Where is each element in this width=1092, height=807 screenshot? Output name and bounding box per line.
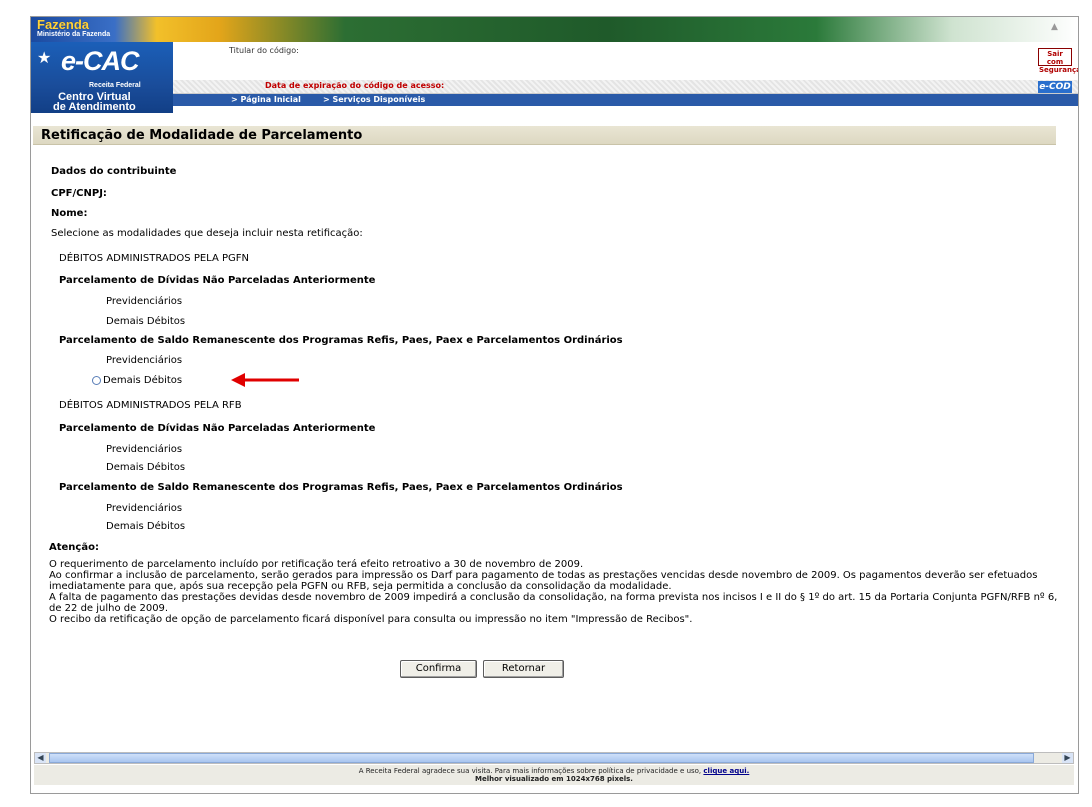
option-label[interactable]: Demais Débitos (106, 462, 185, 473)
back-button[interactable]: Retornar (483, 660, 564, 678)
exit-button[interactable]: Sair com Segurança (1038, 48, 1078, 74)
option-label[interactable]: Demais Débitos (103, 375, 182, 386)
option-label[interactable]: Previdenciários (106, 444, 182, 455)
attention-line: O requerimento de parcelamento incluído … (49, 559, 584, 570)
fazenda-logo: Fazenda Ministério da Fazenda (37, 17, 111, 39)
red-arrow-icon (231, 373, 299, 387)
banner-subtitle: Ministério da Fazenda (37, 31, 111, 38)
titular-label: Titular do código: (229, 46, 299, 55)
ecod-button[interactable]: e-COD (1038, 81, 1072, 93)
star-icon: ★ (37, 50, 52, 67)
section-heading-rfb: DÉBITOS ADMINISTRADOS PELA RFB (59, 400, 242, 411)
option-label[interactable]: Previdenciários (106, 355, 182, 366)
user-info-bar: Titular do código: Data de expiração do … (173, 42, 1078, 94)
confirm-button[interactable]: Confirma (400, 660, 477, 678)
attention-line: O recibo da retificação de opção de parc… (49, 614, 693, 625)
horizontal-scrollbar[interactable]: ◀ ▶ (34, 752, 1074, 764)
attention-title: Atenção: (49, 542, 99, 553)
attention-line: A falta de pagamento das prestações devi… (49, 592, 1058, 614)
option-label[interactable]: Previdenciários (106, 296, 182, 307)
group-title: Parcelamento de Saldo Remanescente dos P… (59, 335, 623, 346)
site-header: Fazenda Ministério da Fazenda ★ e-CAC Re… (31, 17, 1078, 113)
expiration-label: Data de expiração do código de acesso: (265, 81, 445, 90)
fazenda-banner: Fazenda Ministério da Fazenda (31, 17, 1078, 42)
banner-title: Fazenda (37, 17, 90, 32)
cpf-label: CPF/CNPJ: (51, 188, 107, 199)
footer-resolution: Melhor visualizado em 1024x768 pixels. (475, 775, 633, 783)
ecac-subtitle: Centro Virtual de Atendimento (53, 92, 136, 113)
taxpayer-heading: Dados do contribuinte (51, 166, 177, 177)
ecac-title: e-CAC (61, 46, 140, 76)
option-label[interactable]: Previdenciários (106, 503, 182, 514)
site-footer: A Receita Federal agradece sua visita. P… (34, 765, 1074, 785)
privacy-link[interactable]: clique aqui. (703, 767, 749, 775)
option-label[interactable]: Demais Débitos (106, 316, 185, 327)
nav-services-link[interactable]: > Serviços Disponíveis (323, 95, 425, 104)
scroll-right-icon[interactable]: ▶ (1062, 753, 1073, 763)
instruction-text: Selecione as modalidades que deseja incl… (51, 228, 363, 239)
browser-frame: Fazenda Ministério da Fazenda ★ e-CAC Re… (30, 16, 1079, 794)
scroll-up-icon[interactable]: ▲ (1051, 22, 1061, 32)
nav-home-link[interactable]: > Página Inicial (231, 95, 301, 104)
attention-line: Ao confirmar a inclusão de parcelamento,… (49, 570, 1038, 592)
ecac-logo: ★ e-CAC Receita Federal Centro Virtual d… (31, 42, 173, 113)
footer-text: A Receita Federal agradece sua visita. P… (358, 767, 702, 775)
group-title: Parcelamento de Dívidas Não Parceladas A… (59, 275, 376, 286)
scroll-thumb[interactable] (49, 753, 1034, 763)
attention-text: O requerimento de parcelamento incluído … (49, 559, 1059, 625)
page-title: Retificação de Modalidade de Parcelament… (33, 126, 1056, 145)
section-heading-pgfn: DÉBITOS ADMINISTRADOS PELA PGFN (59, 253, 249, 264)
group-title: Parcelamento de Saldo Remanescente dos P… (59, 482, 623, 493)
demais-debitos-radio[interactable] (92, 376, 101, 385)
option-label[interactable]: Demais Débitos (106, 521, 185, 532)
top-nav: > Página Inicial > Serviços Disponíveis (173, 94, 1078, 106)
ecac-org: Receita Federal (89, 82, 141, 89)
group-title: Parcelamento de Dívidas Não Parceladas A… (59, 423, 376, 434)
name-label: Nome: (51, 208, 88, 219)
ecac-subtitle-2: de Atendimento (53, 101, 136, 113)
scroll-left-icon[interactable]: ◀ (35, 753, 46, 763)
